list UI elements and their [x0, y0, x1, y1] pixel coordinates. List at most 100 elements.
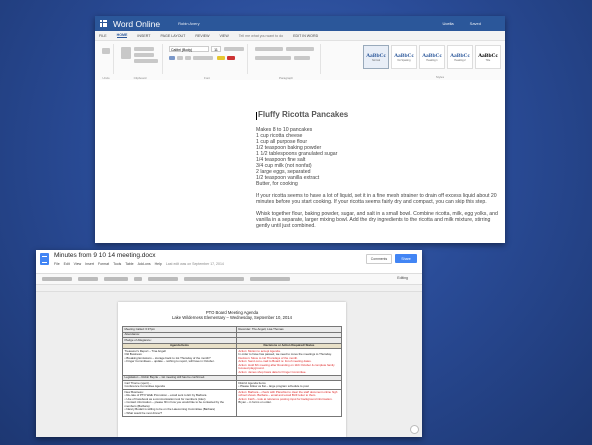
- menu-format[interactable]: Format: [98, 262, 109, 266]
- list-icons[interactable]: [250, 277, 290, 281]
- style-no-spacing[interactable]: AaBbCc No Spacing: [391, 45, 417, 69]
- style-name: Normal: [371, 58, 381, 62]
- table-cell[interactable]: Treasurer's Report – Tina Angell Old Bus…: [122, 348, 237, 376]
- group-label: Styles: [435, 75, 445, 79]
- document-title[interactable]: Minutes from 9 10 14 meeting.docx: [54, 252, 156, 259]
- ribbon: Undo Clipboard Calibri (Body) 11 Font Pa…: [95, 41, 505, 81]
- table-row: Carl Thorne (sport) – Conference Committ…: [122, 380, 343, 390]
- explore-icon[interactable]: [410, 425, 419, 434]
- menu-add-ons[interactable]: Add-ons: [138, 262, 151, 266]
- user-name[interactable]: Ucella: [443, 21, 454, 26]
- menu-tools[interactable]: Tools: [113, 262, 121, 266]
- paragraph-group: Paragraph: [252, 44, 321, 80]
- menu-edit[interactable]: Edit: [64, 262, 70, 266]
- edit-in-word-button[interactable]: EDIT IN WORD: [293, 34, 318, 38]
- app-name: Word Online: [113, 18, 161, 29]
- style-name: Heading 2: [454, 58, 466, 62]
- comments-button[interactable]: Comments: [366, 254, 392, 264]
- font-size-select[interactable]: 11: [211, 46, 221, 52]
- font-group: Calibri (Body) 11 Font: [167, 44, 248, 80]
- word-title-bar: Word Online Robin Avery Ucella Saved: [95, 16, 505, 31]
- table-cell[interactable]: Action: Motion to accept Agenda. In orde…: [235, 348, 343, 376]
- alignment-buttons[interactable]: [255, 56, 291, 60]
- tab-home[interactable]: HOME: [116, 33, 128, 38]
- menu-help[interactable]: Help: [155, 262, 162, 266]
- document-page[interactable]: PTO Board Meeting Agenda Lake Wilderness…: [118, 302, 346, 437]
- docs-toolbar: Editing: [36, 274, 422, 285]
- cell-line: • Finger Committees – update – nothing t…: [124, 359, 215, 363]
- document-body[interactable]: Fluffy Ricotta Pancakes Makes 8 to 10 pa…: [256, 110, 498, 235]
- copy-button[interactable]: [134, 53, 154, 57]
- menu-bar: File Edit View Insert Format Tools Table…: [54, 262, 224, 266]
- tab-review[interactable]: REVIEW: [195, 34, 209, 38]
- app-launcher-icon[interactable]: [100, 20, 107, 27]
- ruler[interactable]: [36, 285, 422, 292]
- script-buttons[interactable]: [193, 56, 213, 60]
- style-name: No Spacing: [397, 58, 411, 62]
- table-row: Treasurer's Report – Tina Angell Old Bus…: [122, 348, 343, 376]
- share-button[interactable]: Share: [395, 254, 417, 263]
- highlight-icon[interactable]: [217, 56, 225, 60]
- tell-me-box[interactable]: Tell me what you want to do: [239, 34, 283, 38]
- tab-view[interactable]: VIEW: [220, 34, 229, 38]
- text-cursor: [256, 112, 257, 120]
- paragraph-icons[interactable]: [184, 277, 244, 281]
- styles-gallery: AaBbCc Normal AaBbCc No Spacing AaBbCc Head…: [363, 45, 501, 69]
- tab-file[interactable]: FILE: [99, 34, 107, 38]
- ingredient-line: Butter, for cooking: [256, 181, 298, 187]
- font-select[interactable]: [104, 277, 128, 281]
- font-name-select[interactable]: Calibri (Body): [169, 46, 209, 52]
- table-cell[interactable]: District Agenda Items • Please follow us…: [235, 380, 343, 390]
- list-buttons[interactable]: [255, 47, 283, 51]
- tab-page-layout[interactable]: PAGE LAYOUT: [161, 34, 186, 38]
- table-cell[interactable]: Action: Barbara – check with PlanoNet to…: [235, 389, 343, 417]
- recipe-paragraph: If your ricotta seems to have a lot of l…: [256, 193, 497, 205]
- cell-line: Action: James shop basis data for Finger…: [238, 369, 307, 374]
- bold-icon[interactable]: [169, 56, 175, 60]
- text-format-icons[interactable]: [148, 277, 178, 281]
- undo-redo-print-icons[interactable]: [42, 277, 72, 281]
- style-name: Heading 1: [426, 58, 438, 62]
- paste-icon[interactable]: [121, 47, 131, 59]
- indent-buttons[interactable]: [286, 47, 314, 51]
- style-normal[interactable]: AaBbCc Normal: [363, 45, 389, 69]
- cell-line: • Please follow us flat – large program …: [238, 384, 309, 388]
- style-heading-1[interactable]: AaBbCc Heading 1: [419, 45, 445, 69]
- docs-header: Minutes from 9 10 14 meeting.docx File E…: [36, 250, 422, 274]
- table-cell[interactable]: New Business: • Re-rate of PTO Walk Prom…: [122, 389, 237, 417]
- format-painter-button[interactable]: [134, 59, 158, 63]
- tab-insert[interactable]: INSERT: [137, 34, 150, 38]
- cell-line: Bryan – in forms on order.: [238, 400, 272, 404]
- docs-logo-icon[interactable]: [40, 253, 49, 265]
- recipe-paragraph: Whisk together flour, baking powder, sug…: [256, 211, 498, 229]
- line-spacing-button[interactable]: [294, 56, 310, 60]
- table-cell[interactable]: Carl Thorne (sport) – Conference Committ…: [122, 380, 237, 390]
- style-heading-2[interactable]: AaBbCc Heading 2: [447, 45, 473, 69]
- menu-file[interactable]: File: [54, 262, 60, 266]
- table-row: New Business: • Re-rate of PTO Walk Prom…: [122, 389, 343, 417]
- recipe-title: Fluffy Ricotta Pancakes: [256, 110, 498, 120]
- recipe-title-text: Fluffy Ricotta Pancakes: [258, 110, 349, 119]
- undo-group: Undo: [99, 44, 114, 80]
- italic-icon[interactable]: [177, 56, 183, 60]
- undo-icon[interactable]: [102, 48, 110, 54]
- agenda-subtitle: Lake Wilderness Elementary – Wednesday, …: [172, 315, 292, 320]
- grow-shrink-font-buttons[interactable]: [224, 47, 244, 51]
- cell-line: Conference Committee Agenda: [124, 384, 165, 388]
- menu-table[interactable]: Table: [125, 262, 133, 266]
- menu-view[interactable]: View: [74, 262, 82, 266]
- save-status: Saved: [469, 21, 481, 26]
- ribbon-tabs: FILE HOME INSERT PAGE LAYOUT REVIEW VIEW…: [95, 31, 505, 41]
- editing-mode-button[interactable]: Editing: [397, 276, 408, 280]
- underline-icon[interactable]: [185, 56, 191, 60]
- style-select[interactable]: [78, 277, 98, 281]
- font-size-select[interactable]: [134, 277, 142, 281]
- last-edit-status[interactable]: Last edit was on September 17, 2014: [166, 262, 224, 266]
- menu-insert[interactable]: Insert: [85, 262, 94, 266]
- cut-button[interactable]: [134, 47, 154, 51]
- agenda-table[interactable]: Meeting Called: 6:37pm Recorder: The Ang…: [122, 326, 343, 417]
- style-title[interactable]: AaBbCc Title: [475, 45, 501, 69]
- document-name[interactable]: Robin Avery: [178, 21, 200, 26]
- google-docs-window: Minutes from 9 10 14 meeting.docx File E…: [36, 250, 422, 437]
- font-color-icon[interactable]: [227, 56, 235, 60]
